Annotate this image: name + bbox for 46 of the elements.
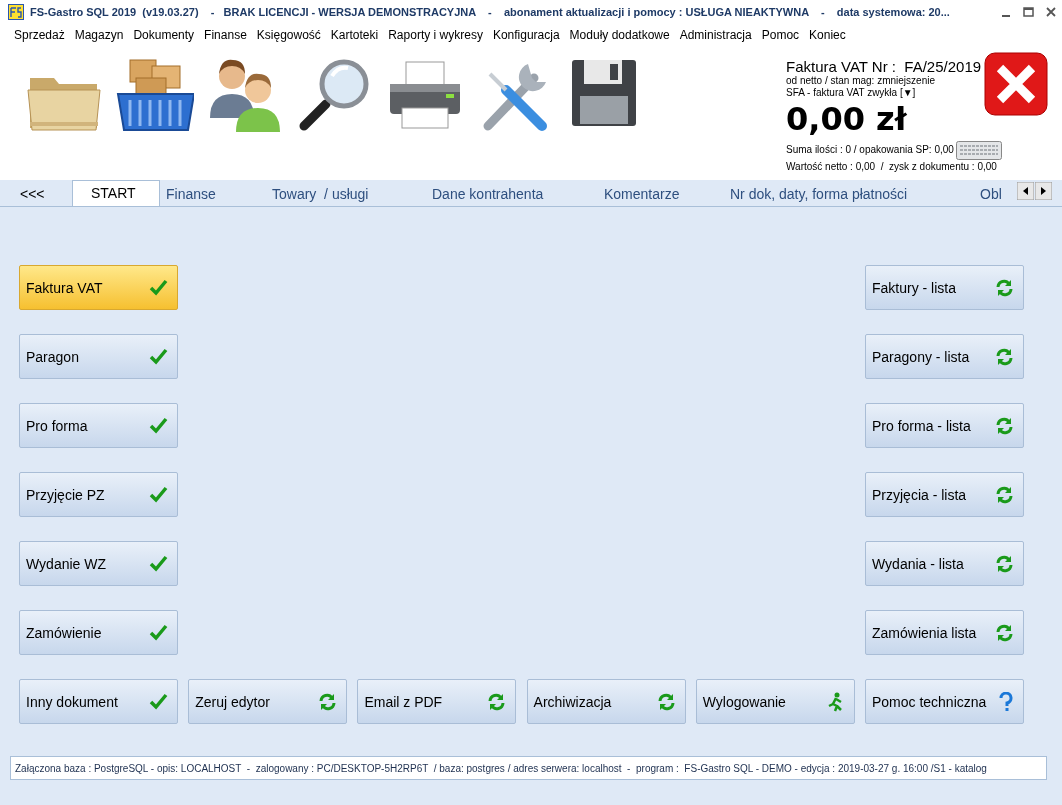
action-button[interactable]: Archiwizacja <box>526 679 686 724</box>
status-text: Załączona baza : PostgreSQL - opis: LOCALHOST - zalogowany : PC/DESKTOP-5H2RP6T / baza: postgres / adres serwera: localhost - program : FS-Gastro SQL - DEMO - edycja : 2019-03-27 g. 16:00 /S1 - katalog <box>14 763 987 774</box>
tab[interactable]: START <box>72 180 160 206</box>
tab[interactable]: Towary / usługi <box>266 182 426 206</box>
menu-item[interactable]: Sprzedaż <box>9 28 70 42</box>
action-button[interactable]: Faktura VAT <box>19 265 178 310</box>
action-button[interactable]: Wydania - lista <box>865 541 1024 586</box>
menu-item[interactable]: Magazyn <box>69 28 129 42</box>
menu-item[interactable]: Raporty i wykresy <box>383 28 488 42</box>
action-button[interactable]: Wylogowanie <box>695 679 855 724</box>
menu-item[interactable]: Dokumenty <box>128 28 200 42</box>
tab[interactable]: Finanse <box>160 182 266 206</box>
menu-item[interactable]: Administracja <box>674 28 757 42</box>
action-button[interactable]: Zamówienia lista <box>865 610 1024 655</box>
menu-item[interactable]: Księgowość <box>251 28 326 42</box>
tab[interactable]: Dane kontrahenta <box>426 182 598 206</box>
menu-item[interactable]: Pomoc <box>756 28 805 42</box>
action-button[interactable]: Zeruj edytor <box>188 679 348 724</box>
tab[interactable]: Komentarze <box>598 182 724 206</box>
value-summary: Wartość netto : 0,00 / zysk z dokumentu : 0,00 <box>786 161 998 173</box>
menu-item[interactable]: Finanse <box>199 28 252 42</box>
action-button[interactable]: Paragony - lista <box>865 334 1024 379</box>
action-button[interactable]: Email z PDF <box>357 679 517 724</box>
action-button[interactable]: Pro forma - lista <box>865 403 1024 448</box>
action-button[interactable]: Wydanie WZ <box>19 541 178 586</box>
window-title: FS-Gastro SQL 2019 (v19.03.27) - BRAK LICENCJI - WERSJA DEMONSTRACYJNA - abonament aktualizacji i pomocy : USŁUGA NIEAKTYWNA - data systemowa: 20... <box>30 6 951 18</box>
action-button[interactable]: Przyjęcia - lista <box>865 472 1024 517</box>
tabs-back-button[interactable]: <<< <box>14 182 72 206</box>
action-button[interactable]: Przyjęcie PZ <box>19 472 178 517</box>
menu-item[interactable]: Konfiguracja <box>487 28 565 42</box>
action-button[interactable]: Inny dokument <box>19 679 178 724</box>
document-title: Faktura VAT Nr : FA/25/2019 <box>786 58 983 75</box>
quantity-summary: Suma ilości : 0 / opakowania SP: 0,00 <box>786 144 954 156</box>
tab[interactable]: Obl <box>974 182 1004 206</box>
document-total: 0,00 zł <box>786 99 908 139</box>
action-button[interactable]: Faktury - lista <box>865 265 1024 310</box>
tab[interactable]: Nr dok, daty, forma płatności <box>724 182 974 206</box>
menu-item[interactable]: Kartoteki <box>325 28 384 42</box>
action-button[interactable]: Paragon <box>19 334 178 379</box>
document-mode: od netto / stan mag: zmniejszenie <box>786 75 936 87</box>
menu-item[interactable]: Koniec <box>804 28 851 42</box>
menu-item[interactable]: Moduły dodatkowe <box>564 28 675 42</box>
action-button[interactable]: Pomoc techniczna <box>864 679 1024 724</box>
action-button[interactable]: Zamówienie <box>19 610 178 655</box>
action-button[interactable]: Pro forma <box>19 403 178 448</box>
document-type[interactable]: SFA - faktura VAT zwykła [▼] <box>786 87 1050 99</box>
